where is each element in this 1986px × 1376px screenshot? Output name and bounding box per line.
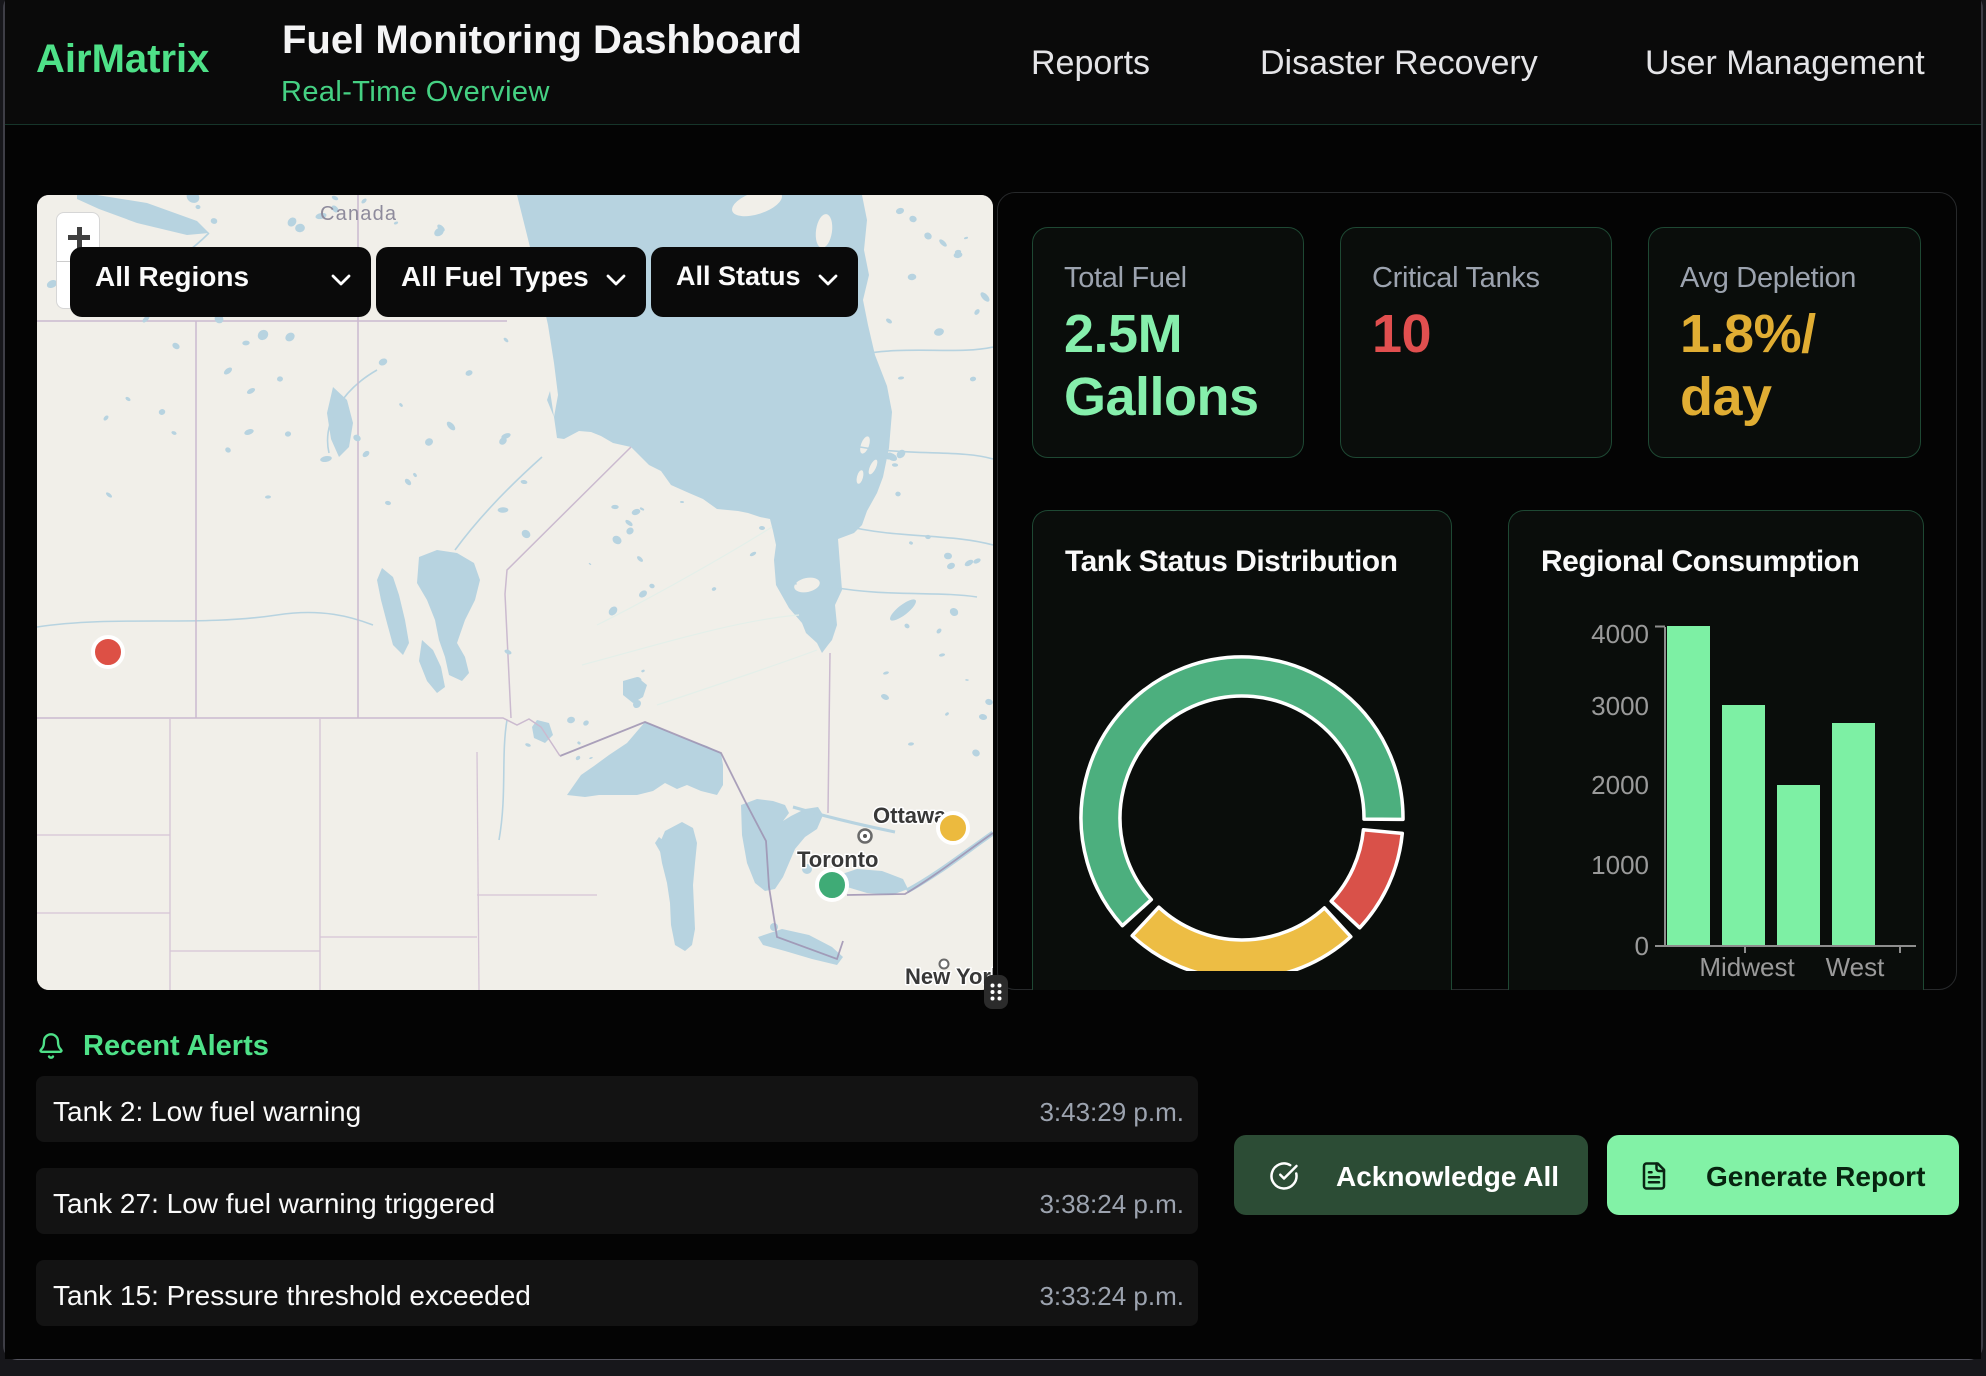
svg-text:4000: 4000 bbox=[1591, 619, 1649, 649]
svg-text:1000: 1000 bbox=[1591, 850, 1649, 880]
svg-text:Ottawa: Ottawa bbox=[873, 803, 947, 828]
svg-text:0: 0 bbox=[1635, 931, 1649, 961]
svg-text:West: West bbox=[1826, 952, 1886, 982]
svg-text:Canada: Canada bbox=[320, 203, 397, 225]
svg-text:2000: 2000 bbox=[1591, 770, 1649, 800]
svg-text:3000: 3000 bbox=[1591, 691, 1649, 721]
svg-text:Midwest: Midwest bbox=[1699, 952, 1795, 982]
svg-text:Toronto: Toronto bbox=[797, 847, 878, 872]
svg-text:New York: New York bbox=[905, 964, 993, 989]
